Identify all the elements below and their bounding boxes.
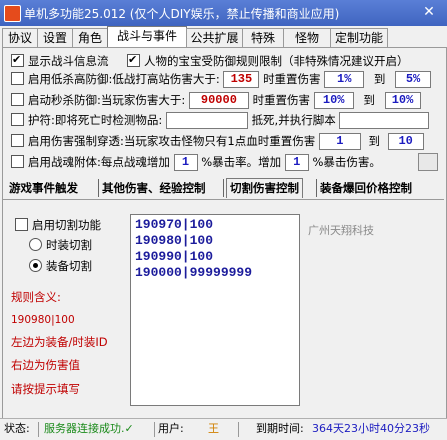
user-value: 王 bbox=[208, 422, 219, 435]
rules-note-left: 左边为装备/时装ID bbox=[11, 335, 108, 349]
subtab-game-events[interactable]: 游戏事件触发 bbox=[9, 179, 78, 198]
user-label: 用户: bbox=[158, 422, 184, 435]
show-battle-info-checkbox[interactable] bbox=[11, 51, 24, 69]
subtab-equip-price[interactable]: 装备爆回价格控制 bbox=[320, 179, 412, 198]
option-force-penetrate: 启用伤害强制穿透:当玩家攻击怪物只有1点血时重置伤害 1 到 10 bbox=[11, 132, 424, 150]
war-soul-extra-button[interactable] bbox=[418, 153, 438, 171]
force-penetrate-checkbox[interactable] bbox=[11, 134, 24, 147]
cut-rule-line: 190970|100 bbox=[135, 217, 214, 232]
seckill-from-input[interactable]: 10% bbox=[313, 92, 354, 109]
tab-public-ext[interactable]: 公共扩展 bbox=[186, 28, 243, 48]
radio-fashion-cut[interactable]: 时装切割 bbox=[29, 236, 92, 254]
pet-fix-checkbox[interactable] bbox=[127, 51, 140, 69]
tab-monster[interactable]: 怪物 bbox=[283, 28, 331, 48]
expire-value: 364天23小时40分23秒 bbox=[312, 422, 430, 435]
option-enable-cut[interactable]: 启用切割功能 bbox=[15, 216, 101, 234]
option-show-battle-info[interactable]: 显示战斗信息流 bbox=[11, 51, 109, 70]
low-kill-from-input[interactable]: 1% bbox=[324, 71, 365, 88]
close-icon[interactable]: ✕ bbox=[421, 3, 437, 21]
expire-label: 到期时间: bbox=[256, 422, 304, 435]
tab-custom[interactable]: 定制功能 bbox=[330, 28, 388, 48]
status-bar: 状态: 服务器连接成功.✓ 用户: 王 到期时间: 364天23小时40分23秒 bbox=[0, 418, 447, 440]
server-status: 服务器连接成功.✓ bbox=[44, 422, 134, 435]
war-soul-crit-dmg-input[interactable]: 1 bbox=[284, 154, 309, 171]
cut-rule-line: 190990|100 bbox=[135, 249, 214, 264]
low-kill-def-checkbox[interactable] bbox=[11, 72, 24, 85]
penetrate-to-input[interactable]: 10 bbox=[387, 133, 424, 150]
app-window: 单机多功能25.012 (仅个人DIY娱乐，禁止传播和商业应用) ✕ 协议 设置… bbox=[0, 0, 447, 440]
cut-rules-textarea[interactable]: 190970|100 190980|100 190990|100 190000|… bbox=[130, 214, 300, 406]
tab-battle-events[interactable]: 战斗与事件 bbox=[107, 26, 187, 49]
option-guard: 护符:即将死亡时检测物品: 抵死,并执行脚本 bbox=[11, 111, 430, 129]
guard-script-input[interactable] bbox=[339, 112, 430, 129]
window-title: 单机多功能25.012 (仅个人DIY娱乐，禁止传播和商业应用) bbox=[24, 7, 340, 21]
guard-checkbox[interactable] bbox=[11, 113, 24, 126]
guard-item-input[interactable] bbox=[165, 112, 248, 129]
low-kill-to-input[interactable]: 5% bbox=[395, 71, 432, 88]
rules-example: 190980|100 bbox=[11, 314, 75, 326]
rules-title: 规则含义: bbox=[11, 290, 61, 304]
tab-settings[interactable]: 设置 bbox=[37, 28, 73, 48]
subtab-cut-damage[interactable]: 切割伤害控制 bbox=[226, 178, 303, 198]
battle-panel: 显示战斗信息流 人物的宝宝受防御规则限制（非特殊情况建议开启） 启用低杀高防御:… bbox=[2, 47, 447, 420]
tab-special[interactable]: 特殊 bbox=[242, 28, 284, 48]
option-seckill-def: 启动秒杀防御:当玩家伤害大于: 90000 时重置伤害 10% 到 10% bbox=[11, 91, 421, 109]
seckill-to-input[interactable]: 10% bbox=[384, 92, 421, 109]
rules-note-right: 右边为伤害值 bbox=[11, 358, 80, 372]
option-low-kill-def: 启用低杀高防御:低战打高站伤害大于: 135 时重置伤害 1% 到 5% bbox=[11, 70, 432, 88]
tab-protocol[interactable]: 协议 bbox=[2, 28, 38, 48]
option-pet-fix[interactable]: 人物的宝宝受防御规则限制（非特殊情况建议开启） bbox=[127, 51, 409, 70]
cut-rule-line: 190980|100 bbox=[135, 233, 214, 248]
option-war-soul: 启用战魂附体:每点战魂增加 1 %暴击率。增加 1 %暴击伤害。 bbox=[11, 153, 381, 171]
rules-note-fill: 请按提示填写 bbox=[11, 382, 80, 396]
war-soul-crit-rate-input[interactable]: 1 bbox=[173, 154, 198, 171]
sub-tabs: 游戏事件触发 其他伤害、经验控制 切割伤害控制 装备爆回价格控制 bbox=[7, 178, 443, 199]
cut-rule-line: 190000|99999999 bbox=[135, 265, 253, 280]
equip-cut-radio[interactable] bbox=[29, 259, 42, 272]
title-bar: 单机多功能25.012 (仅个人DIY娱乐，禁止传播和商业应用) ✕ bbox=[0, 0, 447, 26]
seckill-threshold-input[interactable]: 90000 bbox=[188, 92, 249, 109]
radio-equip-cut[interactable]: 装备切割 bbox=[29, 257, 92, 275]
subtab-other-damage[interactable]: 其他伤害、经验控制 bbox=[102, 179, 206, 198]
war-soul-checkbox[interactable] bbox=[11, 155, 24, 168]
tab-character[interactable]: 角色 bbox=[72, 28, 108, 48]
app-icon bbox=[4, 5, 21, 22]
watermark-overlay: 广州天翔科技 bbox=[308, 224, 374, 237]
low-kill-threshold-input[interactable]: 135 bbox=[223, 71, 260, 88]
seckill-def-checkbox[interactable] bbox=[11, 93, 24, 106]
fashion-cut-radio[interactable] bbox=[29, 238, 42, 251]
status-label: 状态: bbox=[4, 422, 30, 435]
enable-cut-checkbox[interactable] bbox=[15, 218, 28, 231]
penetrate-from-input[interactable]: 1 bbox=[318, 133, 361, 150]
cut-damage-panel: 启用切割功能 时装切割 装备切割 规则含义: 190980|100 左边为装备/… bbox=[3, 199, 444, 406]
